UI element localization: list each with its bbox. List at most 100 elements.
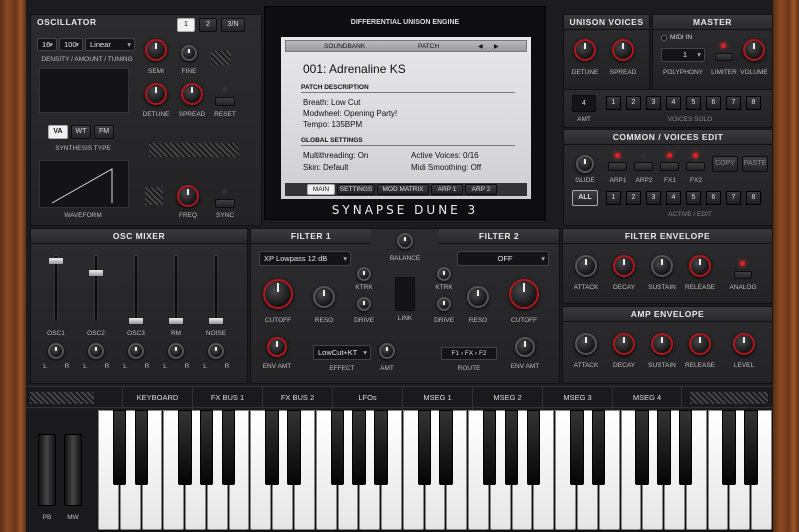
filter1-drive-knob[interactable] <box>357 297 371 311</box>
osc1-fader[interactable] <box>49 255 63 323</box>
fx-bus1-tab[interactable]: FX BUS 1 <box>192 387 262 409</box>
filter1-reso-knob[interactable] <box>313 286 335 308</box>
density-select[interactable]: 16 <box>37 38 57 51</box>
filter2-cutoff-knob[interactable] <box>509 279 539 309</box>
fenv-release-knob[interactable] <box>689 255 711 277</box>
unison-spread-knob[interactable] <box>612 39 634 61</box>
detune-knob[interactable] <box>145 83 167 105</box>
voice-solo-8[interactable]: 8 <box>746 96 761 110</box>
main-tab[interactable]: MAIN <box>307 184 335 195</box>
fx2-toggle[interactable] <box>686 162 705 171</box>
voice-edit-8[interactable]: 8 <box>746 191 761 205</box>
black-key[interactable] <box>570 410 584 485</box>
osc-1-button[interactable]: 1 <box>177 18 195 32</box>
aenv-decay-knob[interactable] <box>613 333 635 355</box>
black-key[interactable] <box>330 410 345 485</box>
black-key[interactable] <box>265 410 279 485</box>
aenv-release-knob[interactable] <box>689 333 711 355</box>
aenv-attack-knob[interactable] <box>575 333 597 355</box>
black-key[interactable] <box>526 410 541 485</box>
black-key[interactable] <box>199 410 214 485</box>
black-key[interactable] <box>112 410 127 485</box>
noise-fader[interactable] <box>209 255 223 324</box>
fader-cap[interactable] <box>209 318 223 324</box>
voice-edit-1[interactable]: 1 <box>606 191 621 205</box>
black-key[interactable] <box>417 410 432 485</box>
semi-knob[interactable] <box>145 39 167 61</box>
voice-edit-3[interactable]: 3 <box>646 191 661 205</box>
fader-cap[interactable] <box>169 318 183 324</box>
glide-knob[interactable] <box>576 155 594 173</box>
filter2-reso-knob[interactable] <box>467 286 489 308</box>
fenv-attack-knob[interactable] <box>575 255 597 277</box>
filter1-cutoff-knob[interactable] <box>263 279 293 309</box>
rm-fader[interactable] <box>169 255 183 324</box>
next-patch-icon[interactable]: ▶ <box>494 43 499 50</box>
spread-knob[interactable] <box>181 83 203 105</box>
voice-solo-3[interactable]: 3 <box>646 96 661 110</box>
black-key[interactable] <box>482 410 497 485</box>
filter2-ktrk-knob[interactable] <box>437 267 451 281</box>
effect-amt-knob[interactable] <box>379 343 395 359</box>
black-key[interactable] <box>744 410 758 485</box>
balance-knob[interactable] <box>397 233 413 249</box>
osc3-fader[interactable] <box>129 255 143 324</box>
noise-pan-knob[interactable] <box>208 343 224 359</box>
va-button[interactable]: VA <box>48 125 68 139</box>
rm-pan-knob[interactable] <box>168 343 184 359</box>
polyphony-select[interactable]: 1 <box>661 48 705 62</box>
effect-select[interactable]: LowCut+KT <box>313 345 371 360</box>
mseg2-tab[interactable]: MSEG 2 <box>472 387 542 409</box>
analog-button[interactable] <box>734 271 752 279</box>
freq-knob[interactable] <box>177 185 199 207</box>
osc1-pan-knob[interactable] <box>48 343 64 359</box>
volume-knob[interactable] <box>743 39 765 61</box>
aenv-sustain-knob[interactable] <box>651 333 673 355</box>
copy-button[interactable]: COPY <box>712 156 738 172</box>
patch-tab[interactable]: PATCH <box>418 43 439 50</box>
waveform-display[interactable] <box>39 160 129 208</box>
arp2-toggle[interactable] <box>634 162 653 171</box>
voice-solo-1[interactable]: 1 <box>606 96 621 110</box>
paste-button[interactable]: PASTE <box>742 156 768 172</box>
settings-tab[interactable]: SETTINGS <box>337 184 375 195</box>
black-key[interactable] <box>287 410 301 485</box>
mseg3-tab[interactable]: MSEG 3 <box>542 387 612 409</box>
black-key[interactable] <box>504 410 519 485</box>
osc2-fader[interactable] <box>89 255 103 323</box>
fm-button[interactable]: FM <box>94 125 114 139</box>
voice-edit-4[interactable]: 4 <box>666 191 681 205</box>
arp1-tab[interactable]: ARP 1 <box>431 184 463 195</box>
all-button[interactable]: ALL <box>572 190 598 206</box>
osc3-pan-knob[interactable] <box>128 343 144 359</box>
tuning-select[interactable]: Linear <box>85 38 135 51</box>
filter1-env-amt-knob[interactable] <box>267 337 287 357</box>
mod-wheel[interactable] <box>64 434 82 506</box>
sync-button[interactable] <box>215 199 235 208</box>
mod-matrix-tab[interactable]: MOD MATRIX <box>377 184 429 195</box>
fenv-decay-knob[interactable] <box>613 255 635 277</box>
voice-edit-7[interactable]: 7 <box>726 191 741 205</box>
route-display[interactable]: F1 › FX › F2 <box>441 347 497 360</box>
black-key[interactable] <box>722 410 736 485</box>
pitch-bend-wheel[interactable] <box>38 434 56 506</box>
amount-select[interactable]: 100 <box>59 38 83 51</box>
soundbank-tab[interactable]: SOUNDBANK <box>324 43 365 50</box>
filter2-type-select[interactable]: OFF <box>457 251 549 266</box>
black-key[interactable] <box>657 410 671 485</box>
black-key[interactable] <box>591 410 606 485</box>
amp-level-knob[interactable] <box>733 333 755 355</box>
mseg1-tab[interactable]: MSEG 1 <box>402 387 472 409</box>
filter1-ktrk-knob[interactable] <box>357 267 371 281</box>
fader-cap[interactable] <box>129 318 143 324</box>
fenv-sustain-knob[interactable] <box>651 255 673 277</box>
black-key[interactable] <box>678 410 693 485</box>
prev-patch-icon[interactable]: ◀ <box>478 43 483 50</box>
filter1-type-select[interactable]: XP Lowpass 12 dB <box>259 251 351 266</box>
mseg4-tab[interactable]: MSEG 4 <box>612 387 682 409</box>
osc2-pan-knob[interactable] <box>88 343 104 359</box>
fine-knob[interactable] <box>181 45 197 61</box>
black-key[interactable] <box>221 410 236 485</box>
lfos-tab[interactable]: LFOs <box>332 387 402 409</box>
unison-detune-knob[interactable] <box>574 39 596 61</box>
